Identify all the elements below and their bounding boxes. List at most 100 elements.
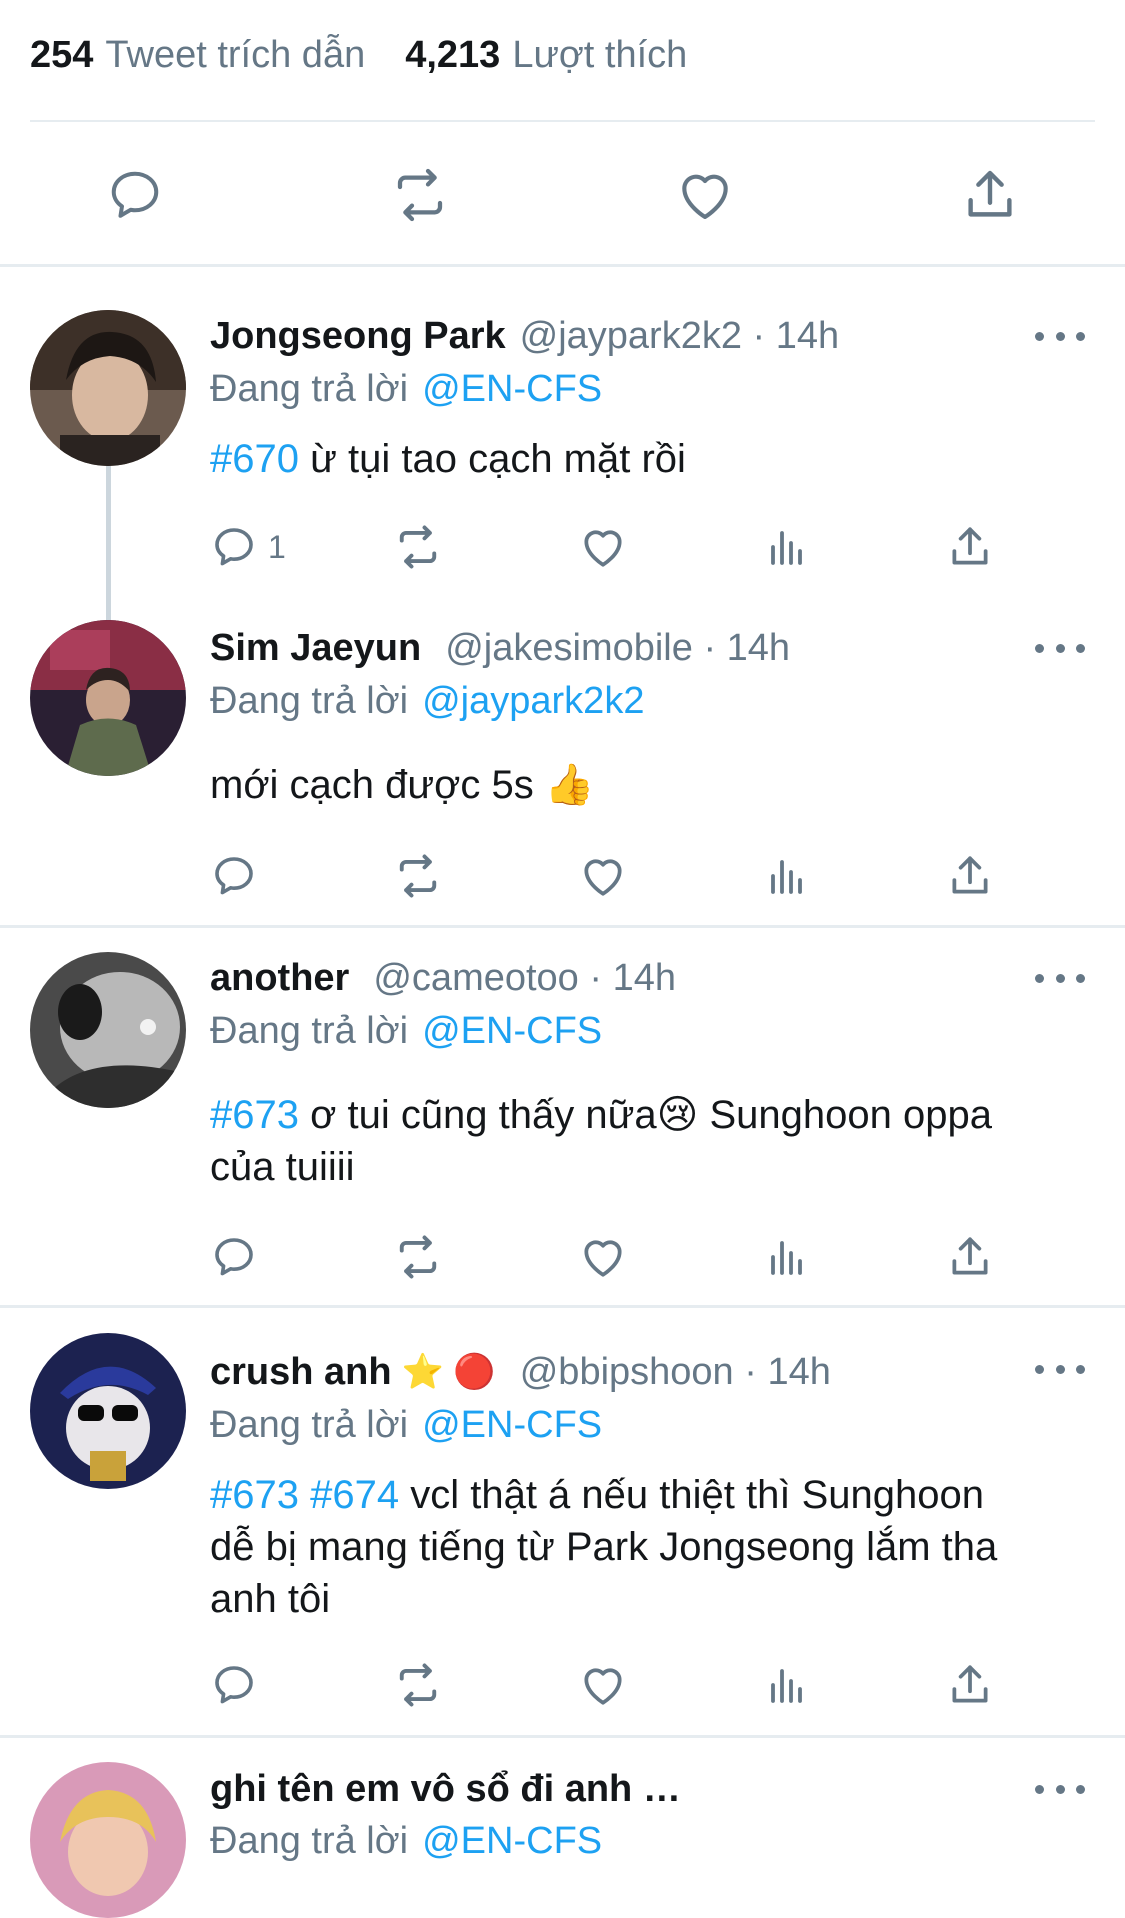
analytics-icon (771, 1669, 802, 1703)
avatar[interactable] (30, 310, 186, 466)
hashtag[interactable]: #670 (210, 437, 299, 481)
more-options-button[interactable] (1035, 321, 1085, 351)
display-name[interactable]: ghi tên em vô sổ đi anh … (210, 1768, 681, 1811)
reply-prefix: Đang trả lời (210, 1403, 409, 1446)
quote-label[interactable]: Tweet trích dẫn (105, 34, 365, 77)
retweet-button[interactable] (392, 517, 444, 577)
like-button[interactable] (578, 846, 628, 906)
more-options-button[interactable] (1035, 963, 1085, 993)
reply-button[interactable] (210, 1227, 258, 1287)
thread-line (106, 465, 111, 625)
mention-link[interactable]: @EN-CFS (422, 368, 602, 411)
retweet-button[interactable] (385, 160, 455, 230)
like-button[interactable] (578, 1655, 628, 1715)
section-divider (0, 1305, 1125, 1308)
tweet-text: #670 ừ tụi tao cạch mặt rồi (210, 433, 1090, 485)
tweet-actions (210, 846, 1000, 906)
analytics-button[interactable] (763, 1227, 811, 1287)
heart-icon (682, 174, 728, 220)
handle[interactable]: @jakesimobile · 14h (445, 627, 790, 670)
retweet-button[interactable] (392, 1655, 444, 1715)
more-options-button[interactable] (1035, 1774, 1085, 1804)
retweet-icon (399, 1235, 437, 1279)
tweet-actions (210, 1655, 1000, 1715)
tweet-body: mới cạch được 5s 👍 (210, 763, 595, 807)
reply-icon (215, 857, 253, 895)
avatar[interactable] (30, 1762, 186, 1918)
analytics-button[interactable] (763, 846, 811, 906)
tweet-actions: 1 (210, 517, 1000, 577)
retweet-button[interactable] (392, 846, 444, 906)
reply-button[interactable] (100, 160, 170, 230)
reply-prefix: Đang trả lời (210, 1009, 409, 1052)
display-name[interactable]: Sim Jaeyun (210, 627, 421, 670)
analytics-button[interactable] (763, 517, 811, 577)
tweet-header: ghi tên em vô sổ đi anh … (210, 1764, 681, 1814)
tweet-text: #673 #674 vcl thật á nếu thiệt thì Sungh… (210, 1469, 1090, 1625)
replying-to: Đang trả lời @EN-CFS (210, 1006, 602, 1056)
tweet-body-line: ơ tui cũng thấy nữa😢 Sunghoon oppa (310, 1093, 992, 1137)
reply-prefix: Đang trả lời (210, 679, 409, 722)
display-name[interactable]: another (210, 957, 349, 1000)
mention-link[interactable]: @EN-CFS (422, 1820, 602, 1863)
tweet-actions (210, 1227, 1000, 1287)
hashtag[interactable]: #673 #674 (210, 1473, 399, 1517)
mention-link[interactable]: @jaypark2k2 (422, 680, 644, 723)
retweet-icon (399, 1663, 437, 1707)
like-count[interactable]: 4,213 (405, 34, 500, 77)
heart-icon (584, 1240, 622, 1277)
divider (30, 120, 1095, 122)
avatar[interactable] (30, 620, 186, 776)
share-button[interactable] (945, 517, 995, 577)
section-divider (0, 264, 1125, 267)
reply-prefix: Đang trả lời (210, 1819, 409, 1862)
reply-icon (215, 1666, 253, 1704)
more-options-button[interactable] (1035, 633, 1085, 663)
replying-to: Đang trả lời @jaypark2k2 (210, 676, 644, 726)
replying-to: Đang trả lời @EN-CFS (210, 1400, 602, 1450)
handle[interactable]: @bbipshoon · 14h (520, 1351, 831, 1394)
mention-link[interactable]: @EN-CFS (422, 1010, 602, 1053)
analytics-icon (771, 860, 802, 894)
retweet-button[interactable] (392, 1227, 444, 1287)
share-icon (952, 856, 988, 894)
share-icon (968, 170, 1012, 217)
hashtag[interactable]: #673 (210, 1093, 299, 1137)
handle[interactable]: @cameotoo · 14h (373, 957, 676, 1000)
section-divider (0, 925, 1125, 928)
tweet-body-line: anh tôi (210, 1577, 331, 1621)
reply-count: 1 (268, 528, 286, 565)
reply-button[interactable] (210, 846, 258, 906)
display-name[interactable]: Jongseong Park (210, 315, 506, 358)
tweet-body: ừ tụi tao cạch mặt rồi (310, 437, 686, 481)
tweet-text: #673 ơ tui cũng thấy nữa😢 Sunghoon oppa … (210, 1089, 1090, 1193)
reply-button[interactable]: 1 (210, 517, 286, 577)
share-icon (952, 527, 988, 565)
like-button[interactable] (578, 517, 628, 577)
analytics-button[interactable] (763, 1655, 811, 1715)
like-label[interactable]: Lượt thích (512, 34, 687, 77)
share-button[interactable] (945, 1655, 995, 1715)
share-button[interactable] (945, 1227, 995, 1287)
quote-count[interactable]: 254 (30, 34, 93, 77)
reply-button[interactable] (210, 1655, 258, 1715)
avatar[interactable] (30, 1333, 186, 1489)
name-emoji: ⭐ 🔴 (401, 1353, 496, 1391)
handle[interactable]: @jaypark2k2 · 14h (520, 315, 840, 358)
share-icon (952, 1665, 988, 1703)
share-button[interactable] (955, 160, 1025, 230)
section-divider (0, 1735, 1125, 1738)
tweet-header: another @cameotoo · 14h (210, 953, 676, 1003)
tweet-body-line: vcl thật á nếu thiệt thì Sunghoon (410, 1473, 984, 1517)
more-options-button[interactable] (1035, 1354, 1085, 1384)
tweet-header: Sim Jaeyun @jakesimobile · 14h (210, 623, 790, 673)
display-name[interactable]: crush anh (210, 1351, 392, 1394)
share-button[interactable] (945, 846, 995, 906)
mention-link[interactable]: @EN-CFS (422, 1404, 602, 1447)
tweet-body-line: của tuiiii (210, 1145, 355, 1189)
like-button[interactable] (578, 1227, 628, 1287)
like-button[interactable] (670, 160, 740, 230)
reply-icon (215, 528, 253, 566)
tweet-text: mới cạch được 5s 👍 (210, 759, 1090, 811)
avatar[interactable] (30, 952, 186, 1108)
